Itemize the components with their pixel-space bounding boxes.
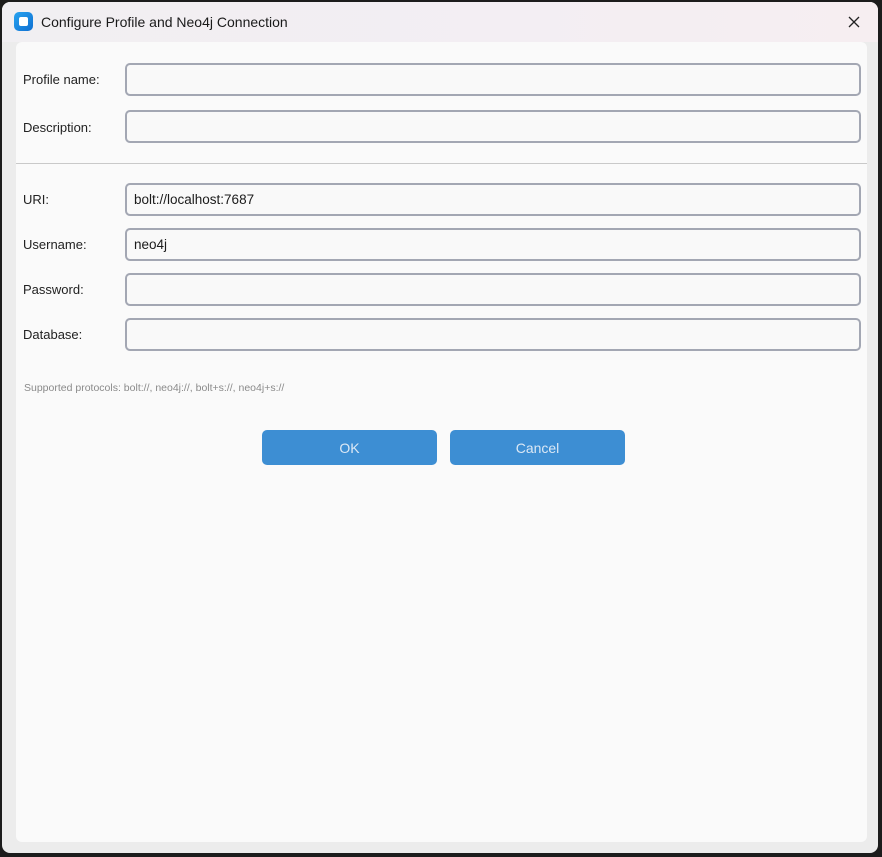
description-label: Description: (23, 120, 92, 135)
password-label: Password: (23, 282, 84, 297)
password-input[interactable] (125, 273, 861, 306)
database-label: Database: (23, 327, 83, 342)
username-label: Username: (23, 237, 87, 252)
ok-button[interactable]: OK (262, 430, 437, 465)
profile-name-label: Profile name: (23, 72, 100, 87)
uri-label: URI: (23, 192, 49, 207)
close-icon (848, 16, 860, 28)
profile-name-input[interactable] (125, 63, 861, 96)
form-panel: Profile name: Description: URI: Username… (16, 42, 867, 842)
window-title: Configure Profile and Neo4j Connection (41, 14, 288, 30)
username-input[interactable] (125, 228, 861, 261)
close-button[interactable] (832, 2, 878, 42)
description-input[interactable] (125, 110, 861, 143)
section-divider (16, 163, 867, 164)
app-icon (14, 12, 33, 31)
dialog-window: Configure Profile and Neo4j Connection P… (2, 2, 878, 853)
cancel-button[interactable]: Cancel (450, 430, 625, 465)
database-input[interactable] (125, 318, 861, 351)
uri-input[interactable] (125, 183, 861, 216)
title-bar: Configure Profile and Neo4j Connection (2, 2, 878, 42)
supported-protocols-hint: Supported protocols: bolt://, neo4j://, … (24, 382, 285, 394)
